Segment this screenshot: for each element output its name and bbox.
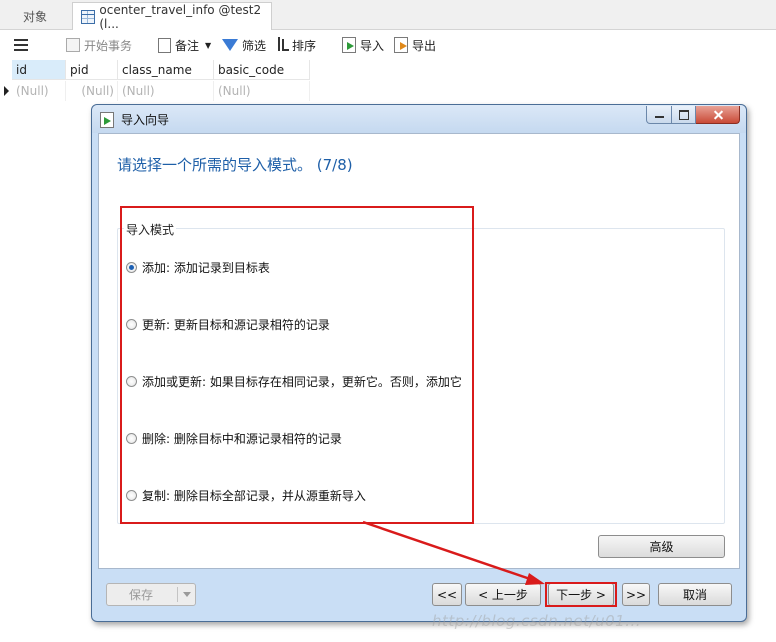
annotation-box-next-button (545, 582, 617, 607)
import-wizard-icon (100, 112, 114, 128)
begin-transaction-label: 开始事务 (84, 38, 133, 53)
close-button[interactable] (696, 106, 740, 124)
chevron-down-icon: ▼ (205, 40, 212, 50)
save-split-divider (177, 587, 178, 602)
save-button[interactable]: 保存 (106, 583, 196, 606)
window-controls (646, 106, 740, 124)
sort-label: 排序 (292, 38, 317, 53)
cancel-button[interactable]: 取消 (658, 583, 732, 606)
column-header-pid[interactable]: pid (66, 60, 118, 80)
step-heading: 请选择一个所需的导入模式。 (7/8) (117, 156, 353, 174)
begin-transaction-button[interactable]: 开始事务 (66, 35, 132, 55)
sort-button[interactable]: 排序 (276, 35, 316, 55)
table-icon (81, 9, 96, 24)
tab-table-ocenter-travel-info[interactable]: ocenter_travel_info @test2 (l... (72, 2, 272, 31)
tab-bar: 对象 ocenter_travel_info @test2 (l... (0, 0, 776, 31)
filter-button[interactable]: 筛选 (222, 35, 266, 55)
dialog-footer: 保存 << < 上一步 下一步 > >> 取消 (92, 575, 746, 615)
memo-button[interactable]: 备注 ▼ (158, 35, 211, 55)
watermark: http://blog.csdn.net/u01... (432, 612, 642, 630)
cell-pid[interactable]: (Null) (66, 81, 118, 101)
minimize-button[interactable] (646, 106, 672, 124)
dialog-titlebar[interactable]: 导入向导 (92, 105, 746, 133)
save-label: 保存 (129, 588, 154, 602)
dialog-title: 导入向导 (121, 113, 170, 127)
cell-basic-code[interactable]: (Null) (214, 81, 310, 101)
import-label: 导入 (360, 38, 385, 53)
sort-icon (276, 37, 289, 53)
import-button[interactable]: 导入 (342, 35, 384, 55)
cell-class-name[interactable]: (Null) (118, 81, 214, 101)
cell-id[interactable]: (Null) (12, 81, 66, 101)
tab-objects[interactable]: 对象 (0, 3, 70, 30)
row-indicator-icon (0, 81, 12, 101)
transaction-icon (66, 38, 80, 52)
export-button[interactable]: 导出 (394, 35, 436, 55)
tab-table-label: ocenter_travel_info @test2 (l... (99, 2, 262, 31)
maximize-button[interactable] (672, 106, 696, 124)
last-step-button[interactable]: >> (622, 583, 650, 606)
table-row[interactable]: (Null) (Null) (Null) (Null) (0, 81, 310, 101)
toolbar: 开始事务 备注 ▼ 筛选 排序 导入 导出 (0, 30, 776, 60)
previous-step-button[interactable]: < 上一步 (465, 583, 541, 606)
memo-icon (158, 37, 171, 53)
memo-label: 备注 (175, 38, 200, 53)
annotation-box-import-mode (120, 206, 474, 524)
menu-button[interactable] (14, 35, 28, 55)
chevron-down-icon[interactable] (183, 592, 191, 597)
filter-icon (222, 39, 238, 51)
hamburger-icon (14, 39, 28, 51)
import-icon (342, 37, 356, 53)
export-icon (394, 37, 408, 53)
column-header-basic-code[interactable]: basic_code (214, 60, 310, 80)
advanced-button[interactable]: 高级 (598, 535, 725, 558)
grid-header: id pid class_name basic_code (0, 60, 310, 80)
first-step-button[interactable]: << (432, 583, 462, 606)
filter-label: 筛选 (242, 38, 267, 53)
column-header-id[interactable]: id (12, 60, 66, 80)
export-label: 导出 (412, 38, 437, 53)
column-header-class-name[interactable]: class_name (118, 60, 214, 80)
